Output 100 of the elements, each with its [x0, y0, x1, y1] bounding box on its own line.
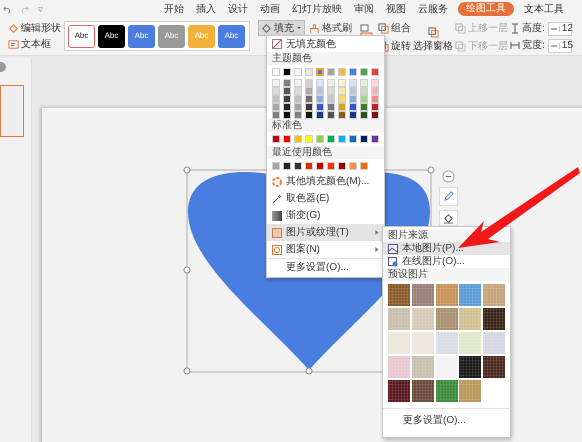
size-field[interactable]: 15 [548, 38, 572, 52]
ribbon-tab[interactable]: 审阅 [352, 2, 376, 16]
color-swatch[interactable] [294, 68, 302, 76]
texture-swatch[interactable] [436, 380, 458, 402]
ribbon-button[interactable]: 组合 [378, 20, 411, 36]
ribbon-button[interactable]: 文本框 [8, 37, 62, 51]
ribbon-button[interactable]: 编辑形状 [8, 21, 62, 35]
ribbon-tab[interactable]: 设计 [226, 2, 250, 16]
texture-swatch[interactable] [459, 380, 482, 402]
minus-icon[interactable] [550, 42, 557, 48]
color-swatch[interactable] [360, 87, 368, 95]
color-swatch[interactable] [327, 95, 335, 103]
color-swatch[interactable] [327, 87, 335, 95]
color-swatch[interactable] [272, 87, 280, 95]
color-swatch[interactable] [371, 87, 379, 95]
menu-item[interactable]: 更多设置(O)... [267, 258, 384, 275]
color-swatch[interactable] [316, 87, 324, 95]
menu-item[interactable]: 在线图片(O)... [383, 255, 510, 268]
menu-item[interactable]: 更多设置(O)... [383, 413, 510, 429]
menu-item[interactable]: 其他填充颜色(M)... [267, 173, 384, 190]
texture-swatch[interactable] [459, 308, 482, 330]
color-swatch[interactable] [305, 68, 313, 76]
color-swatch[interactable] [327, 111, 335, 119]
texture-swatch[interactable] [388, 356, 410, 378]
texture-swatch[interactable] [436, 332, 458, 354]
color-swatch[interactable] [327, 135, 335, 143]
color-swatch[interactable] [349, 95, 357, 103]
menu-item[interactable]: 本地图片(P)... [383, 242, 510, 255]
color-swatch[interactable] [294, 95, 302, 103]
color-swatch[interactable] [327, 68, 335, 76]
color-swatch[interactable] [294, 135, 302, 143]
ribbon-tab[interactable]: 插入 [194, 2, 218, 16]
color-swatch[interactable] [305, 111, 313, 119]
color-swatch[interactable] [360, 79, 368, 87]
color-swatch[interactable] [338, 79, 346, 87]
texture-swatch[interactable] [412, 356, 434, 378]
color-swatch[interactable] [316, 68, 324, 76]
color-swatch[interactable] [305, 103, 313, 111]
color-swatch[interactable] [371, 103, 379, 111]
color-swatch[interactable] [272, 79, 280, 87]
color-swatch[interactable] [371, 79, 379, 87]
color-swatch[interactable] [294, 103, 302, 111]
color-swatch[interactable] [283, 135, 291, 143]
texture-swatch[interactable] [483, 284, 506, 306]
color-swatch[interactable] [327, 79, 335, 87]
minus-icon[interactable] [550, 26, 557, 32]
color-swatch[interactable] [338, 68, 346, 76]
color-swatch[interactable] [349, 79, 357, 87]
color-swatch[interactable] [371, 135, 379, 143]
shape-style-swatch[interactable]: Abc [98, 24, 125, 48]
color-swatch[interactable] [316, 95, 324, 103]
color-swatch[interactable] [272, 68, 280, 76]
shape-style-swatch[interactable]: Abc [128, 24, 155, 48]
pen-tool-button[interactable] [439, 187, 458, 206]
color-swatch[interactable] [316, 135, 324, 143]
color-swatch[interactable] [283, 111, 291, 119]
color-swatch[interactable] [371, 111, 379, 119]
color-swatch[interactable] [316, 111, 324, 119]
color-swatch[interactable] [283, 103, 291, 111]
shape-style-swatch[interactable]: Abc [68, 24, 95, 48]
texture-swatch[interactable] [483, 308, 506, 330]
color-swatch[interactable] [272, 135, 280, 143]
color-swatch[interactable] [283, 95, 291, 103]
color-swatch[interactable] [272, 162, 280, 170]
texture-swatch[interactable] [483, 332, 506, 354]
color-swatch[interactable] [316, 162, 324, 170]
shape-style-swatch[interactable]: Abc [218, 24, 245, 48]
color-swatch[interactable] [349, 87, 357, 95]
color-swatch[interactable] [294, 79, 302, 87]
color-swatch[interactable] [294, 111, 302, 119]
undo-icon[interactable] [3, 4, 12, 14]
color-swatch[interactable] [371, 95, 379, 103]
color-swatch[interactable] [360, 135, 368, 143]
color-swatch[interactable] [294, 87, 302, 95]
color-swatch[interactable] [349, 111, 357, 119]
color-swatch[interactable] [327, 162, 335, 170]
color-swatch[interactable] [338, 135, 346, 143]
menu-item[interactable]: 取色器(E) [267, 190, 384, 207]
color-swatch[interactable] [360, 68, 368, 76]
texture-swatch[interactable] [412, 380, 434, 402]
color-swatch[interactable] [305, 95, 313, 103]
texture-swatch[interactable] [436, 284, 458, 306]
slide-thumbnail[interactable] [0, 85, 24, 137]
texture-swatch[interactable] [412, 332, 434, 354]
menu-item[interactable]: 渐变(G) [267, 207, 384, 224]
color-swatch[interactable] [272, 111, 280, 119]
color-swatch[interactable] [272, 103, 280, 111]
color-swatch[interactable] [283, 87, 291, 95]
color-swatch[interactable] [360, 103, 368, 111]
ribbon-tab[interactable]: 视图 [384, 2, 408, 16]
color-swatch[interactable] [305, 162, 313, 170]
color-swatch[interactable] [371, 68, 379, 76]
ribbon-tab[interactable]: 开始 [162, 2, 186, 16]
texture-swatch[interactable] [459, 332, 482, 354]
texture-swatch[interactable] [412, 308, 434, 330]
ribbon-tab[interactable]: 动画 [258, 2, 282, 16]
color-swatch[interactable] [360, 95, 368, 103]
zoom-out-icon[interactable] [442, 170, 455, 183]
color-swatch[interactable] [283, 68, 291, 76]
color-swatch[interactable] [338, 103, 346, 111]
